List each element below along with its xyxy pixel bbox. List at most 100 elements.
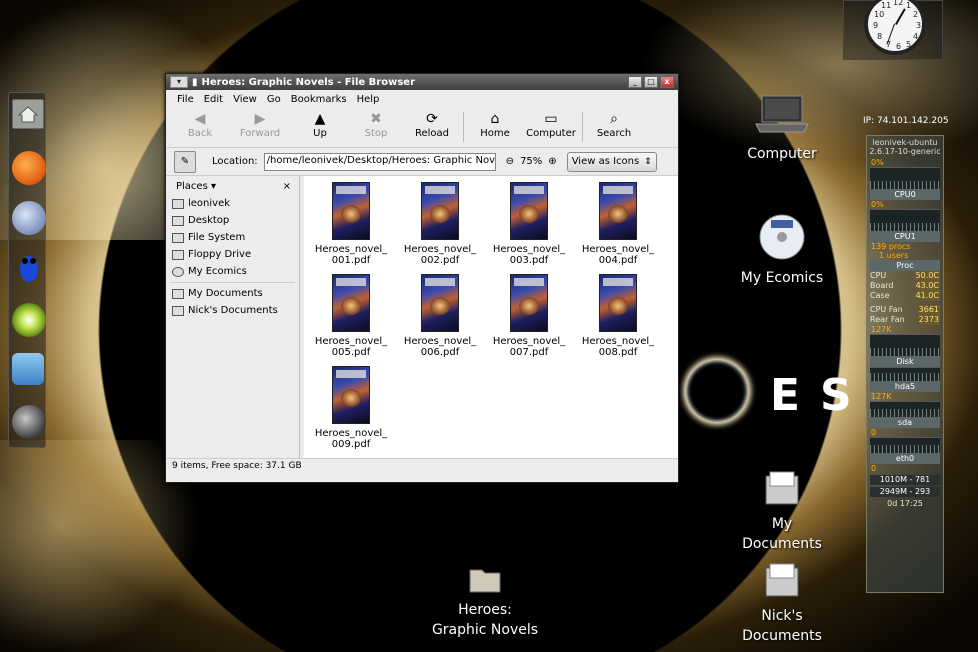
file-name: Heroes_novel_: [314, 428, 388, 439]
cpu1-title: CPU1: [870, 231, 940, 242]
desktop-icon-label-line1: Heroes:: [458, 602, 512, 618]
sidebar-item-floppy-drive[interactable]: Floppy Drive: [166, 246, 299, 263]
desktop-icon-ecomics[interactable]: My Ecomics: [740, 212, 824, 288]
mail-icon[interactable]: [12, 201, 46, 235]
documents-folder-icon: [765, 471, 799, 505]
edit-location-button[interactable]: ✎: [174, 150, 196, 173]
sidebar-item-label: My Documents: [188, 288, 263, 299]
stop-icon: ✖: [370, 111, 382, 127]
label: Case: [870, 291, 890, 300]
value: 43.0C: [914, 281, 940, 291]
reload-button[interactable]: ⟳ Reload: [404, 108, 460, 139]
disc-icon: [172, 266, 184, 277]
home-folder-icon[interactable]: [12, 99, 44, 129]
file-item[interactable]: Heroes_novel_ 005.pdf: [312, 274, 390, 358]
zoom-in-icon[interactable]: ⊕: [548, 156, 556, 167]
menu-help[interactable]: Help: [352, 94, 385, 105]
cpu1-percent: 0%: [871, 200, 884, 209]
desktop-icon-label: My Ecomics: [740, 270, 824, 286]
file-name: 007.pdf: [509, 347, 549, 358]
cpu0-title: CPU0: [870, 189, 940, 200]
desktop-icon-computer[interactable]: Computer: [740, 92, 824, 164]
places-dropdown[interactable]: Places ▾: [176, 181, 216, 192]
button-label: Up: [313, 128, 327, 139]
up-arrow-icon: ▲: [314, 111, 326, 127]
sidebar-item-file-system[interactable]: File System: [166, 229, 299, 246]
pencil-icon: ✎: [180, 155, 190, 167]
disc-icon: [759, 214, 805, 260]
file-name: 008.pdf: [598, 347, 638, 358]
content-area: Places ▾ × leonivek Desktop File System …: [166, 176, 678, 458]
menu-bookmarks[interactable]: Bookmarks: [286, 94, 352, 105]
home-button[interactable]: ⌂ Home: [467, 108, 523, 139]
menu-view[interactable]: View: [228, 94, 262, 105]
back-button[interactable]: ◀ Back: [172, 108, 228, 139]
file-item[interactable]: Heroes_novel_ 001.pdf: [312, 182, 390, 266]
drive-icon: [172, 232, 184, 243]
sidebar-item-my-ecomics[interactable]: My Ecomics: [166, 263, 299, 280]
case-temp-row: Case 41.0C: [870, 291, 940, 301]
zoom-level[interactable]: 75%: [520, 156, 542, 167]
pdf-thumbnail-icon: [510, 274, 548, 332]
toolbar: ◀ Back ▶ Forward ▲ Up ✖ Stop ⟳ Reload ⌂ Home ▭…: [166, 108, 678, 148]
label: Rear Fan: [870, 315, 905, 324]
sidebar-item-leonivek[interactable]: leonivek: [166, 195, 299, 212]
computer-button[interactable]: ▭ Computer: [523, 108, 579, 139]
clock-number: 9: [873, 21, 879, 30]
clock-number: 6: [896, 42, 902, 51]
dock: [8, 92, 46, 448]
view-mode-select[interactable]: View as Icons: [566, 151, 657, 172]
minimize-button[interactable]: _: [628, 76, 642, 88]
file-item[interactable]: Heroes_novel_ 008.pdf: [579, 274, 657, 358]
file-name: 005.pdf: [331, 347, 371, 358]
sidebar-item-nicks-documents[interactable]: Nick's Documents: [166, 302, 299, 319]
menu-go[interactable]: Go: [262, 94, 286, 105]
desktop-icon-nicks-documents[interactable]: Nick's Documents: [740, 562, 824, 646]
menu-file[interactable]: File: [172, 94, 199, 105]
sidebar-item-desktop[interactable]: Desktop: [166, 212, 299, 229]
file-item[interactable]: Heroes_novel_ 007.pdf: [490, 274, 568, 358]
back-arrow-icon: ◀: [194, 111, 206, 127]
title-bar[interactable]: ▾ ▮ Heroes: Graphic Novels - File Browse…: [166, 74, 678, 90]
wallpaper-letter-s: S: [820, 370, 852, 421]
folder-icon: [172, 198, 184, 209]
firefox-icon[interactable]: [12, 151, 46, 185]
desktop-icon-my-documents[interactable]: My Documents: [740, 470, 824, 554]
close-button[interactable]: x: [660, 76, 674, 88]
music-player-icon[interactable]: [12, 405, 46, 439]
clock-widget: 12 1 2 3 4 5 6 7 8 9 10 11: [843, 0, 943, 60]
toolbar-separator: [582, 112, 583, 142]
button-label: Computer: [526, 128, 576, 139]
close-sidebar-icon[interactable]: ×: [283, 181, 291, 192]
zoom-out-icon[interactable]: ⊖: [506, 156, 514, 167]
sidebar-item-label: Floppy Drive: [188, 249, 252, 260]
file-name: 001.pdf: [331, 255, 371, 266]
chat-icon[interactable]: [12, 353, 44, 385]
desktop-icon-heroes-graphic-novels[interactable]: Heroes: Graphic Novels: [430, 564, 540, 640]
sidebar-item-label: File System: [188, 232, 246, 243]
stop-button[interactable]: ✖ Stop: [348, 108, 404, 139]
pdf-thumbnail-icon: [599, 274, 637, 332]
lime-icon[interactable]: [12, 303, 46, 337]
maximize-button[interactable]: □: [644, 76, 658, 88]
frog-icon[interactable]: [12, 251, 46, 287]
window-controls: _ □ x: [628, 76, 674, 88]
clock-number: 8: [877, 32, 883, 41]
pdf-thumbnail-icon: [332, 182, 370, 240]
location-input[interactable]: /home/leonivek/Desktop/Heroes: Graphic N…: [263, 152, 496, 171]
users-count: 1 users: [879, 251, 909, 260]
file-item[interactable]: Heroes_novel_ 009.pdf: [312, 366, 390, 450]
file-item[interactable]: Heroes_novel_ 002.pdf: [401, 182, 479, 266]
up-button[interactable]: ▲ Up: [292, 108, 348, 139]
file-item[interactable]: Heroes_novel_ 004.pdf: [579, 182, 657, 266]
file-item[interactable]: Heroes_novel_ 006.pdf: [401, 274, 479, 358]
window-menu-button[interactable]: ▾: [170, 76, 188, 88]
cpu-fan-row: CPU Fan 3661: [870, 305, 940, 315]
sidebar-item-my-documents[interactable]: My Documents: [166, 285, 299, 302]
forward-button[interactable]: ▶ Forward: [228, 108, 292, 139]
laptop-icon: [755, 95, 809, 133]
menu-edit[interactable]: Edit: [199, 94, 228, 105]
file-item[interactable]: Heroes_novel_ 003.pdf: [490, 182, 568, 266]
sidebar-item-label: Nick's Documents: [188, 305, 278, 316]
search-button[interactable]: ⌕ Search: [586, 108, 642, 139]
